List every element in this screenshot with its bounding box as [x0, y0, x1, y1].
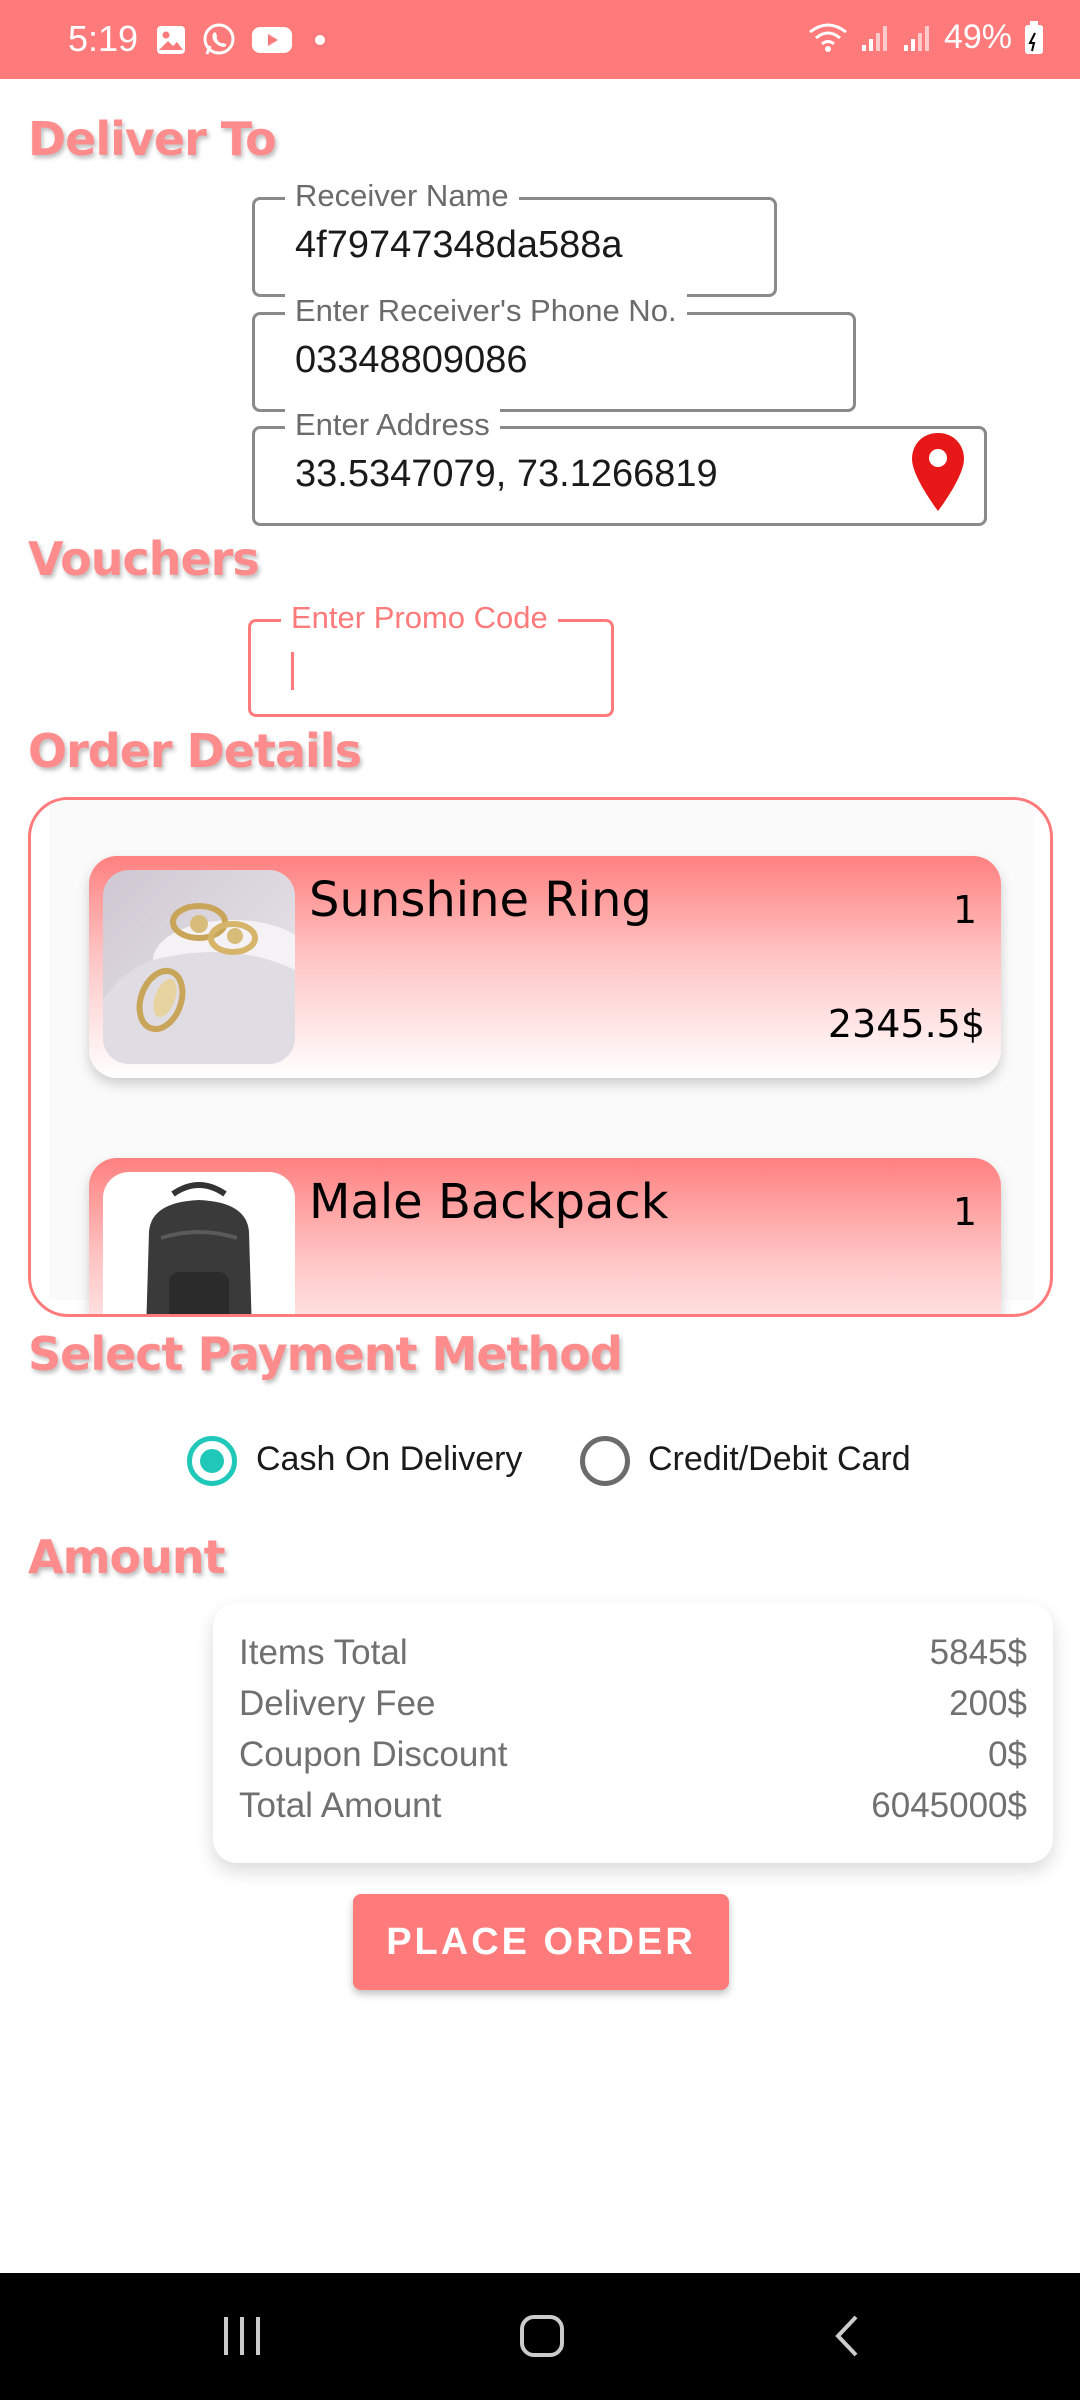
- system-nav-bar: [0, 2273, 1080, 2400]
- status-time: 5:19: [68, 18, 139, 59]
- battery-text: 49%: [943, 18, 1012, 56]
- order-item[interactable]: Male Backpack 1: [89, 1158, 1001, 1314]
- order-item-name: Sunshine Ring: [309, 872, 652, 928]
- amount-summary: Items Total 5845$ Delivery Fee 200$ Coup…: [213, 1603, 1053, 1863]
- wifi-icon: [809, 23, 847, 52]
- card-radio[interactable]: [580, 1436, 630, 1486]
- dot-icon: [315, 35, 325, 45]
- order-item-qty: 1: [952, 1190, 977, 1234]
- receiver-name-field[interactable]: Receiver Name 4f79747348da588a: [252, 178, 777, 297]
- battery-icon: [1025, 20, 1043, 54]
- order-item-name: Male Backpack: [309, 1174, 669, 1230]
- backpack-photo: [103, 1172, 295, 1314]
- payment-options: Cash On Delivery Credit/Debit Card: [0, 1432, 1080, 1492]
- signal-icon: [861, 25, 887, 51]
- delivery-fee-value: 200$: [949, 1684, 1027, 1723]
- items-total-value: 5845$: [929, 1633, 1027, 1672]
- cash-on-delivery-label[interactable]: Cash On Delivery: [256, 1440, 522, 1479]
- payment-method-title: Select Payment Method: [28, 1327, 623, 1381]
- location-pin-icon[interactable]: [908, 431, 968, 515]
- items-total-row: Items Total 5845$: [239, 1633, 1027, 1683]
- delivery-fee-label: Delivery Fee: [239, 1684, 436, 1723]
- status-bar: 5:19 49%: [0, 0, 1080, 79]
- vouchers-title: Vouchers: [28, 532, 260, 586]
- receiver-name-label: Receiver Name: [285, 178, 519, 214]
- card-label[interactable]: Credit/Debit Card: [648, 1440, 911, 1479]
- order-item-price: 2345.5$: [827, 1002, 985, 1046]
- coupon-discount-row: Coupon Discount 0$: [239, 1735, 1027, 1785]
- phone-value: 03348809086: [295, 339, 528, 381]
- whatsapp-icon: [203, 23, 235, 55]
- address-value: 33.5347079, 73.1266819: [295, 453, 718, 495]
- total-amount-label: Total Amount: [239, 1786, 442, 1825]
- order-list[interactable]: Sunshine Ring 1 2345.5$ Male Backpack 1: [28, 797, 1053, 1317]
- back-icon[interactable]: [828, 2313, 868, 2359]
- deliver-to-title: Deliver To: [28, 112, 277, 166]
- order-details-title: Order Details: [28, 724, 362, 778]
- coupon-discount-value: 0$: [988, 1735, 1027, 1774]
- items-total-label: Items Total: [239, 1633, 408, 1672]
- order-item-qty: 1: [952, 888, 977, 932]
- amount-title: Amount: [28, 1530, 226, 1584]
- recent-apps-icon[interactable]: [220, 2313, 264, 2359]
- promo-code-input[interactable]: Enter Promo Code: [248, 600, 614, 717]
- youtube-icon: [252, 27, 292, 53]
- order-item[interactable]: Sunshine Ring 1 2345.5$: [89, 856, 1001, 1078]
- coupon-discount-label: Coupon Discount: [239, 1735, 508, 1774]
- rings-photo: [103, 870, 295, 1064]
- total-amount-value: 6045000$: [871, 1786, 1027, 1825]
- address-field[interactable]: Enter Address 33.5347079, 73.1266819: [252, 407, 987, 526]
- home-icon[interactable]: [518, 2313, 566, 2359]
- delivery-fee-row: Delivery Fee 200$: [239, 1684, 1027, 1734]
- phone-label: Enter Receiver's Phone No.: [285, 293, 687, 329]
- receiver-name-value: 4f79747348da588a: [295, 224, 623, 266]
- total-amount-row: Total Amount 6045000$: [239, 1786, 1027, 1836]
- promo-code-label: Enter Promo Code: [281, 600, 558, 636]
- system-icons: 49%: [808, 18, 1044, 57]
- order-list-scroll[interactable]: Sunshine Ring 1 2345.5$ Male Backpack 1: [49, 800, 1034, 1314]
- notification-icons: [155, 22, 325, 58]
- address-label: Enter Address: [285, 407, 500, 443]
- signal-icon: [903, 25, 929, 51]
- text-cursor: [291, 652, 294, 690]
- phone-field[interactable]: Enter Receiver's Phone No. 03348809086: [252, 293, 856, 412]
- image-icon: [157, 26, 185, 54]
- place-order-button[interactable]: PLACE ORDER: [353, 1894, 729, 1990]
- cash-on-delivery-radio[interactable]: [187, 1436, 237, 1486]
